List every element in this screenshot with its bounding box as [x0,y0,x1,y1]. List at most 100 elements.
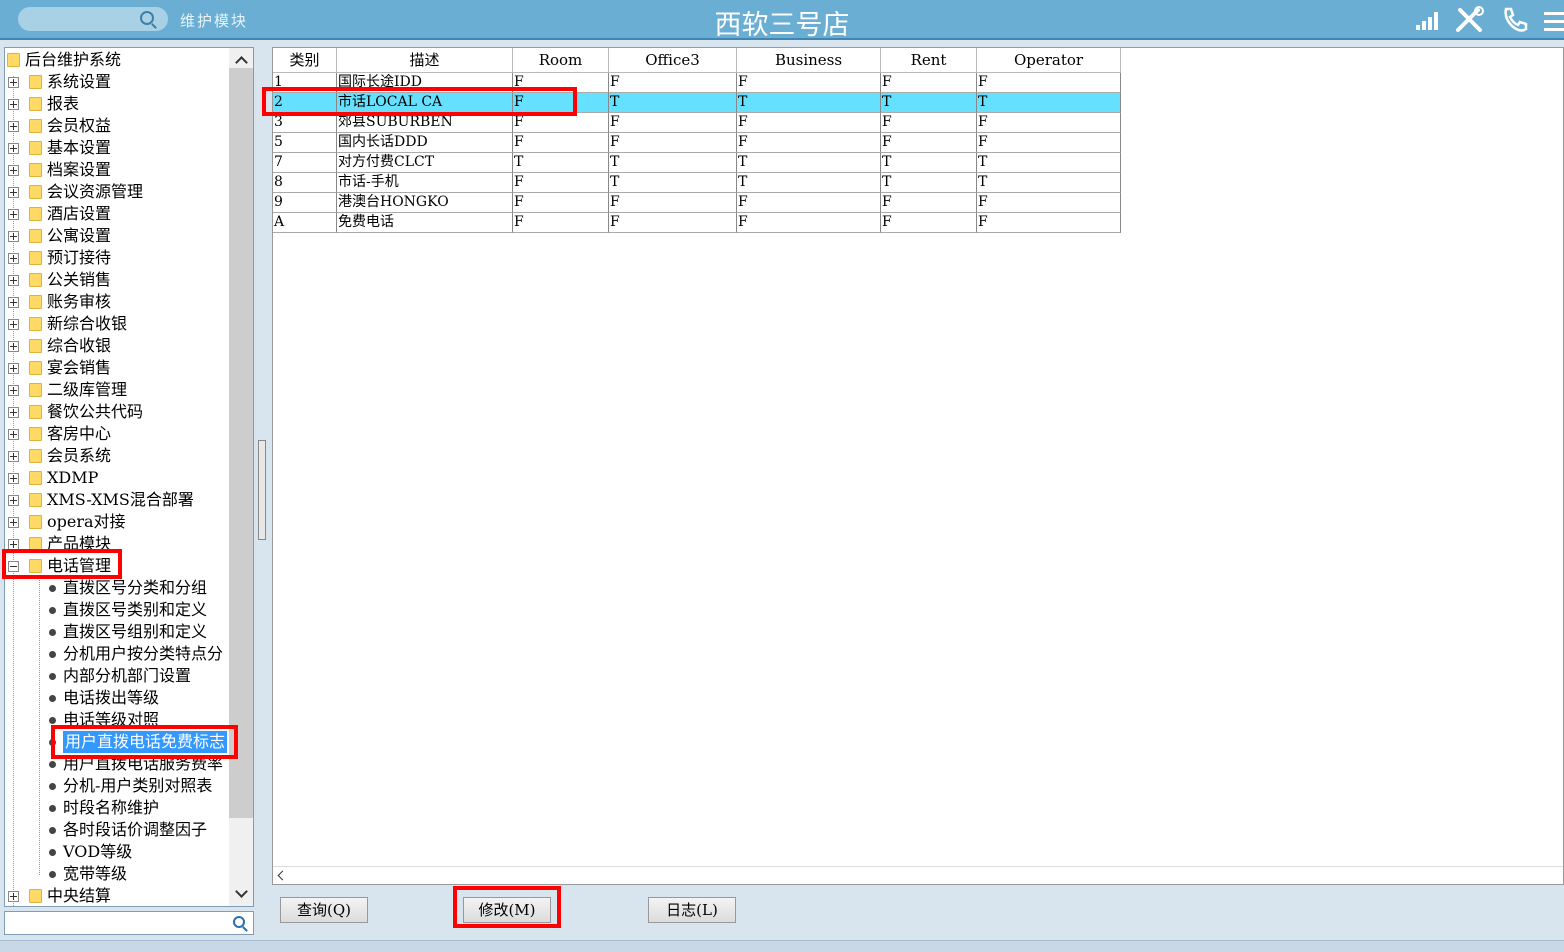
tree-group-item[interactable]: 综合收银 [5,335,229,357]
expand-icon[interactable] [8,495,19,506]
table-cell[interactable]: F [737,213,881,233]
expand-icon[interactable] [8,539,19,550]
tree-group-item[interactable]: 会员权益 [5,115,229,137]
panel-splitter[interactable] [258,440,266,540]
tree-group-item[interactable]: XMS-XMS混合部署 [5,489,229,511]
table-cell[interactable]: T [737,173,881,193]
tree-child-item[interactable]: VOD等级 [5,841,229,863]
tree-child-item[interactable]: 直拨区号组别和定义 [5,621,229,643]
table-cell[interactable]: F [977,113,1121,133]
table-cell[interactable]: F [513,173,609,193]
tools-icon[interactable] [1454,6,1486,34]
table-cell[interactable]: A [273,213,337,233]
table-cell[interactable]: F [977,213,1121,233]
table-cell[interactable]: T [977,153,1121,173]
table-cell[interactable]: F [977,193,1121,213]
tree-child-item[interactable]: 分机-用户类别对照表 [5,775,229,797]
table-cell[interactable]: 市话LOCAL CA [337,93,513,113]
scroll-down-icon[interactable] [235,885,248,898]
table-cell[interactable]: 市话-手机 [337,173,513,193]
tree-group-item[interactable]: 基本设置 [5,137,229,159]
phone-icon[interactable] [1500,6,1528,34]
tree-group-item[interactable]: 电话管理 [5,555,229,577]
collapse-icon[interactable] [8,561,19,572]
table-cell[interactable]: 9 [273,193,337,213]
tree-child-item[interactable]: 时段名称维护 [5,797,229,819]
table-cell[interactable]: 国际长途IDD [337,73,513,93]
tree-group-item[interactable]: 报表 [5,93,229,115]
table-cell[interactable]: F [609,213,737,233]
table-cell[interactable]: 8 [273,173,337,193]
table-cell[interactable]: F [881,113,977,133]
table-cell[interactable]: F [737,193,881,213]
search-icon[interactable] [233,916,245,928]
column-header[interactable]: Business [737,48,881,73]
table-cell[interactable]: T [881,153,977,173]
expand-icon[interactable] [8,99,19,110]
expand-icon[interactable] [8,429,19,440]
table-cell[interactable]: F [881,73,977,93]
expand-icon[interactable] [8,385,19,396]
table-cell[interactable]: T [609,93,737,113]
expand-icon[interactable] [8,363,19,374]
expand-icon[interactable] [8,275,19,286]
table-cell[interactable]: 5 [273,133,337,153]
expand-icon[interactable] [8,121,19,132]
expand-icon[interactable] [8,341,19,352]
tree-group-item[interactable]: 会员系统 [5,445,229,467]
tree-group-item[interactable]: XDMP [5,467,229,489]
column-header[interactable]: 描述 [337,48,513,73]
column-header[interactable]: 类别 [273,48,337,73]
table-cell[interactable]: F [609,73,737,93]
table-cell[interactable]: F [881,213,977,233]
tree-child-item[interactable]: 电话等级对照 [5,709,229,731]
tree-group-item[interactable]: 系统设置 [5,71,229,93]
expand-icon[interactable] [8,187,19,198]
table-cell[interactable]: T [609,173,737,193]
table-cell[interactable]: T [977,93,1121,113]
tree-group-item[interactable]: 酒店设置 [5,203,229,225]
tree-group-item[interactable]: 二级库管理 [5,379,229,401]
table-cell[interactable]: 郊县SUBURBEN [337,113,513,133]
expand-icon[interactable] [8,473,19,484]
table-cell[interactable]: T [609,153,737,173]
table-cell[interactable]: F [513,193,609,213]
expand-icon[interactable] [8,407,19,418]
signal-icon[interactable] [1416,6,1442,34]
table-cell[interactable]: F [737,73,881,93]
tree-group-item[interactable]: 宴会销售 [5,357,229,379]
table-cell[interactable]: 国内长话DDD [337,133,513,153]
column-header[interactable]: Rent [881,48,977,73]
modify-button[interactable]: 修改(M) [463,897,551,923]
tree-group-item[interactable]: 产品模块 [5,533,229,555]
table-cell[interactable]: F [609,113,737,133]
column-header[interactable]: Office3 [609,48,737,73]
column-header[interactable]: Room [513,48,609,73]
tree-group-item[interactable]: 会议资源管理 [5,181,229,203]
table-cell[interactable]: T [881,173,977,193]
tree-child-item[interactable]: 内部分机部门设置 [5,665,229,687]
column-header[interactable]: Operator [977,48,1121,73]
tree-child-item[interactable]: 用户直拨电话服务费率 [5,753,229,775]
expand-icon[interactable] [8,253,19,264]
tree-scrollbar[interactable] [229,48,253,906]
expand-icon[interactable] [8,297,19,308]
table-cell[interactable]: 对方付费CLCT [337,153,513,173]
tree-child-item[interactable]: 直拨区号类别和定义 [5,599,229,621]
table-cell[interactable]: F [513,133,609,153]
tree-group-item[interactable]: opera对接 [5,511,229,533]
table-cell[interactable]: T [513,153,609,173]
log-button[interactable]: 日志(L) [648,897,736,923]
expand-icon[interactable] [8,165,19,176]
table-cell[interactable]: T [881,93,977,113]
table-cell[interactable]: F [513,113,609,133]
tree-filter-input[interactable] [4,911,254,935]
query-button[interactable]: 查询(Q) [280,897,368,923]
tree-child-item[interactable]: 直拨区号分类和分组 [5,577,229,599]
expand-icon[interactable] [8,517,19,528]
tree-group-item[interactable]: 预订接待 [5,247,229,269]
table-cell[interactable]: T [737,153,881,173]
table-cell[interactable]: T [737,93,881,113]
tree-child-item[interactable]: 用户直拨电话免费标志 [5,731,229,753]
tree-child-item[interactable]: 各时段话价调整因子 [5,819,229,841]
